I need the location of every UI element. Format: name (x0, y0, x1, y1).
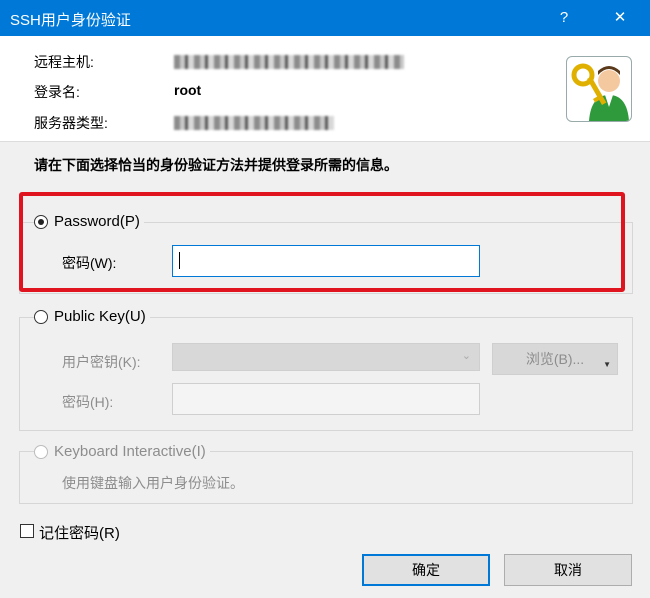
user-key-icon (566, 56, 632, 122)
passphrase-label: 密码(H): (62, 394, 114, 410)
cancel-button[interactable]: 取消 (504, 554, 632, 586)
help-button[interactable]: ? (546, 4, 582, 32)
connection-info-panel: 远程主机: 登录名: root 服务器类型: (0, 36, 650, 142)
server-type-label: 服务器类型: (34, 115, 108, 131)
public-key-option-label: Public Key(U) (54, 308, 146, 325)
user-key-label: 用户密钥(K): (62, 354, 141, 370)
remember-password-label: 记住密码(R) (39, 525, 120, 542)
keyboard-interactive-description: 使用键盘输入用户身份验证。 (62, 475, 244, 491)
browse-button[interactable]: 浏览(B)... ▼ (492, 343, 618, 375)
user-label: 登录名: (34, 84, 80, 100)
public-key-radio[interactable] (34, 309, 48, 324)
dropdown-arrow-icon: ▼ (603, 360, 611, 369)
keyboard-interactive-label: Keyboard Interactive(I) (54, 443, 206, 460)
user-value: root (174, 82, 202, 98)
title-bar: SSH用户身份验证 ? ✕ (0, 0, 650, 36)
host-value-redacted (174, 55, 404, 69)
remember-password-checkbox[interactable] (20, 524, 34, 538)
close-button[interactable]: ✕ (602, 4, 638, 32)
instruction-text: 请在下面选择恰当的身份验证方法并提供登录所需的信息。 (34, 157, 398, 173)
chevron-down-icon: ⌄ (461, 350, 471, 362)
browse-button-label: 浏览(B)... (525, 351, 585, 367)
public-key-option[interactable]: Public Key(U) (34, 308, 150, 325)
ok-button[interactable]: 确定 (362, 554, 490, 586)
passphrase-input[interactable] (172, 383, 480, 415)
highlight-annotation (19, 192, 625, 292)
keyboard-interactive-radio[interactable] (34, 444, 48, 459)
user-key-select[interactable]: ⌄ (172, 343, 480, 371)
keyboard-interactive-option[interactable]: Keyboard Interactive(I) (34, 443, 210, 460)
window-title: SSH用户身份验证 (10, 12, 131, 29)
host-label: 远程主机: (34, 54, 94, 70)
server-type-value-redacted (174, 116, 334, 130)
